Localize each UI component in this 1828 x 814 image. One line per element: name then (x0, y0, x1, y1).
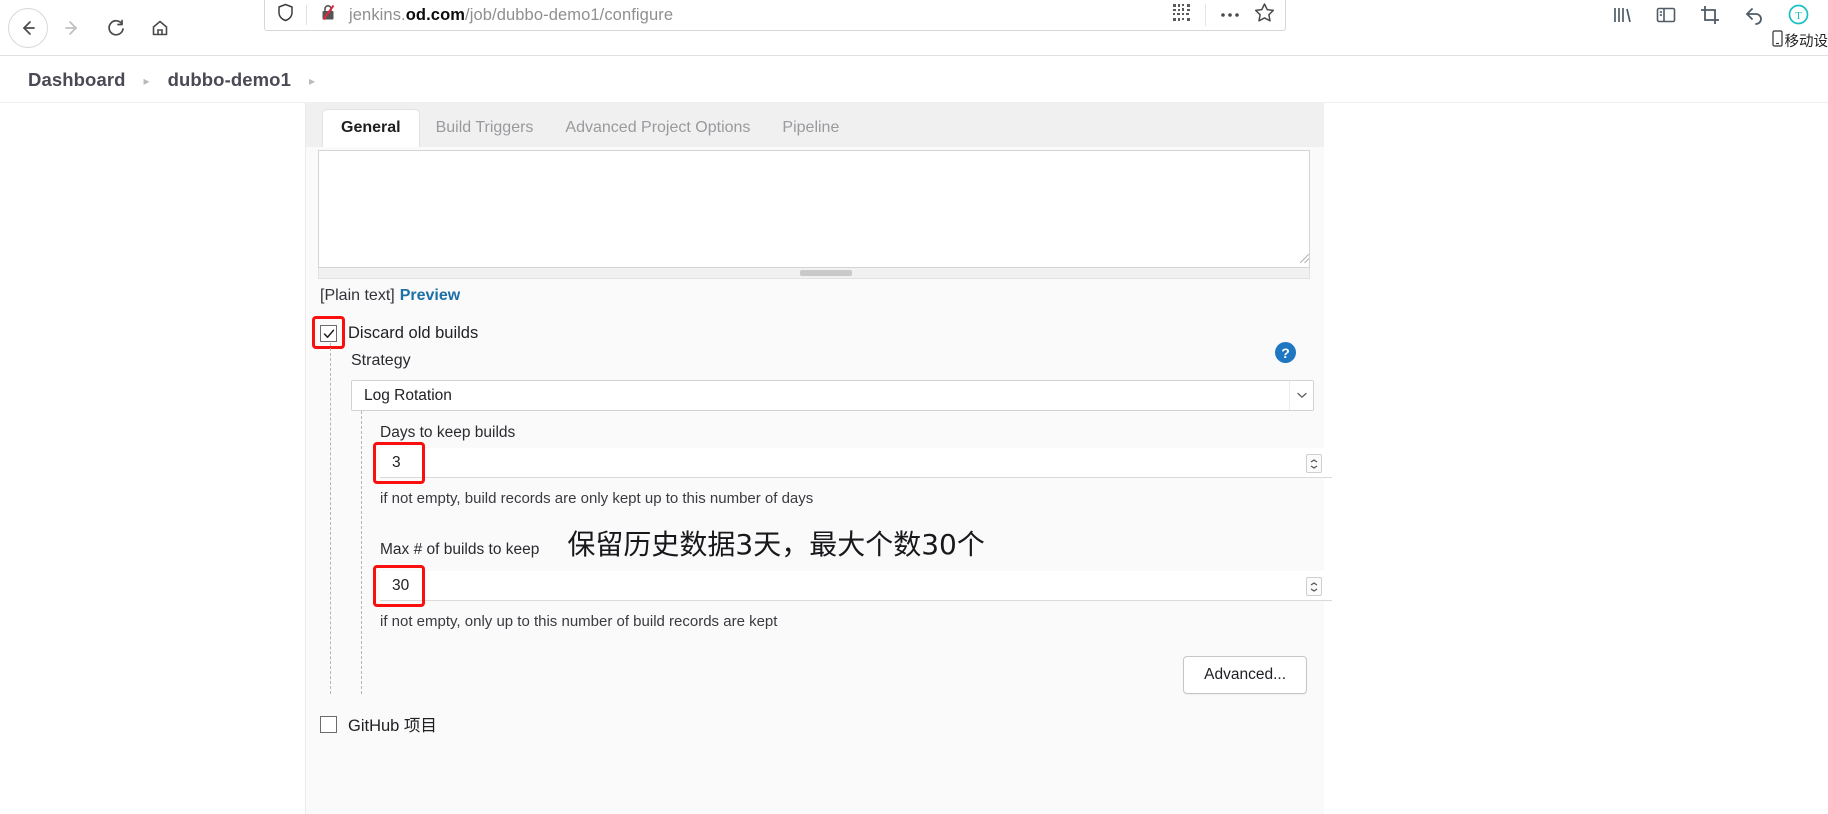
ellipsis-icon[interactable] (1220, 6, 1240, 24)
forward-icon[interactable] (52, 8, 92, 48)
description-field-wrapper (318, 150, 1312, 268)
svg-text:T: T (1795, 10, 1802, 22)
star-icon[interactable] (1254, 2, 1275, 28)
home-icon[interactable] (140, 8, 180, 48)
max-builds-input[interactable]: 30 (380, 571, 1332, 601)
github-project-label: GitHub 项目 (348, 717, 437, 735)
url-text[interactable]: jenkins.od.com/job/dubbo-demo1/configure (349, 6, 1172, 25)
mobile-device-icon (1771, 30, 1783, 51)
annotation-chinese-note: 保留历史数据3天，最大个数30个 (567, 528, 985, 561)
max-builds-stepper[interactable] (1306, 577, 1322, 596)
description-horizontal-scrollbar[interactable] (318, 268, 1310, 279)
breadcrumb-item-job[interactable]: dubbo-demo1 (168, 69, 291, 91)
address-bar-actions (1172, 2, 1275, 28)
breadcrumb-separator: ▸ (143, 73, 150, 88)
back-icon[interactable] (8, 8, 48, 48)
qr-code-icon[interactable] (1172, 3, 1191, 27)
screenshot-crop-icon[interactable] (1699, 4, 1721, 31)
tab-pipeline[interactable]: Pipeline (766, 111, 855, 147)
library-icon[interactable] (1611, 4, 1633, 31)
address-divider (306, 5, 307, 25)
undo-arrow-icon[interactable] (1743, 4, 1765, 31)
browser-toolbar-extensions: T (1611, 0, 1810, 34)
textarea-resize-grip[interactable] (1300, 254, 1309, 263)
configure-panel: General Build Triggers Advanced Project … (305, 103, 1332, 814)
general-form: [Plain text] Preview Discard old builds ?… (306, 147, 1332, 814)
max-builds-label-row: Max # of builds to keep 保留历史数据3天，最大个数30个 (380, 523, 1312, 563)
tab-general[interactable]: General (322, 109, 420, 147)
sidebar-icon[interactable] (1655, 4, 1677, 31)
days-to-keep-label: Days to keep builds (380, 424, 516, 441)
tab-build-triggers[interactable]: Build Triggers (420, 111, 550, 147)
preview-link[interactable]: Preview (400, 287, 460, 304)
description-markup-row: [Plain text] Preview (320, 287, 1312, 305)
days-to-keep-hint: if not empty, build records are only kep… (380, 490, 814, 507)
github-project-checkbox[interactable] (320, 715, 337, 733)
translate-t-icon[interactable]: T (1787, 3, 1810, 31)
action-divider (1205, 4, 1206, 26)
description-textarea[interactable] (318, 150, 1310, 268)
browser-nav-buttons (0, 0, 180, 56)
log-rotation-fields: Days to keep builds 3 if not empty, buil… (361, 411, 1332, 694)
tab-advanced-project-options[interactable]: Advanced Project Options (549, 111, 766, 147)
max-builds-label: Max # of builds to keep (380, 541, 540, 558)
discard-old-builds-label: Discard old builds (348, 324, 479, 342)
advanced-button[interactable]: Advanced... (1183, 656, 1307, 694)
max-builds-hint: if not empty, only up to this number of … (380, 613, 778, 630)
mobile-device-badge[interactable]: 移动设 (1771, 30, 1828, 51)
github-project-row: GitHub 项目 (320, 712, 1312, 736)
browser-chrome: jenkins.od.com/job/dubbo-demo1/configure (0, 0, 1828, 56)
tracking-protection-shield-icon[interactable] (277, 3, 294, 27)
config-tabbar: General Build Triggers Advanced Project … (306, 103, 1324, 147)
reload-icon[interactable] (96, 8, 136, 48)
address-bar[interactable]: jenkins.od.com/job/dubbo-demo1/configure (264, 0, 1286, 31)
discard-old-builds-row: Discard old builds ? (312, 316, 1312, 363)
scrollbar-thumb[interactable] (800, 270, 852, 276)
breadcrumb: Dashboard ▸ dubbo-demo1 ▸ (0, 57, 1828, 103)
days-to-keep-wrapper: 3 (373, 442, 1332, 484)
markup-type-label: [Plain text] (320, 287, 395, 304)
days-to-keep-stepper[interactable] (1306, 454, 1322, 473)
breadcrumb-item-dashboard[interactable]: Dashboard (28, 69, 126, 91)
breadcrumb-separator-trailing[interactable]: ▸ (309, 74, 315, 88)
mobile-device-label: 移动设 (1784, 34, 1828, 50)
broken-lock-icon[interactable] (319, 3, 337, 27)
strategy-select[interactable]: Log Rotation (351, 380, 1314, 411)
advanced-button-row: Advanced... (380, 656, 1312, 694)
discard-strategy-group: Strategy Log Rotation Days to keep build… (330, 343, 1332, 694)
strategy-select-wrapper: Log Rotation (351, 380, 1314, 411)
discard-old-builds-checkbox[interactable] (320, 325, 337, 342)
address-bar-icons (277, 3, 337, 27)
days-to-keep-input[interactable]: 3 (380, 448, 1332, 478)
chevron-down-icon[interactable] (1289, 381, 1313, 410)
max-builds-wrapper: 30 (373, 565, 1332, 607)
page-background: General Build Triggers Advanced Project … (0, 103, 1828, 814)
strategy-label: Strategy (351, 352, 411, 369)
